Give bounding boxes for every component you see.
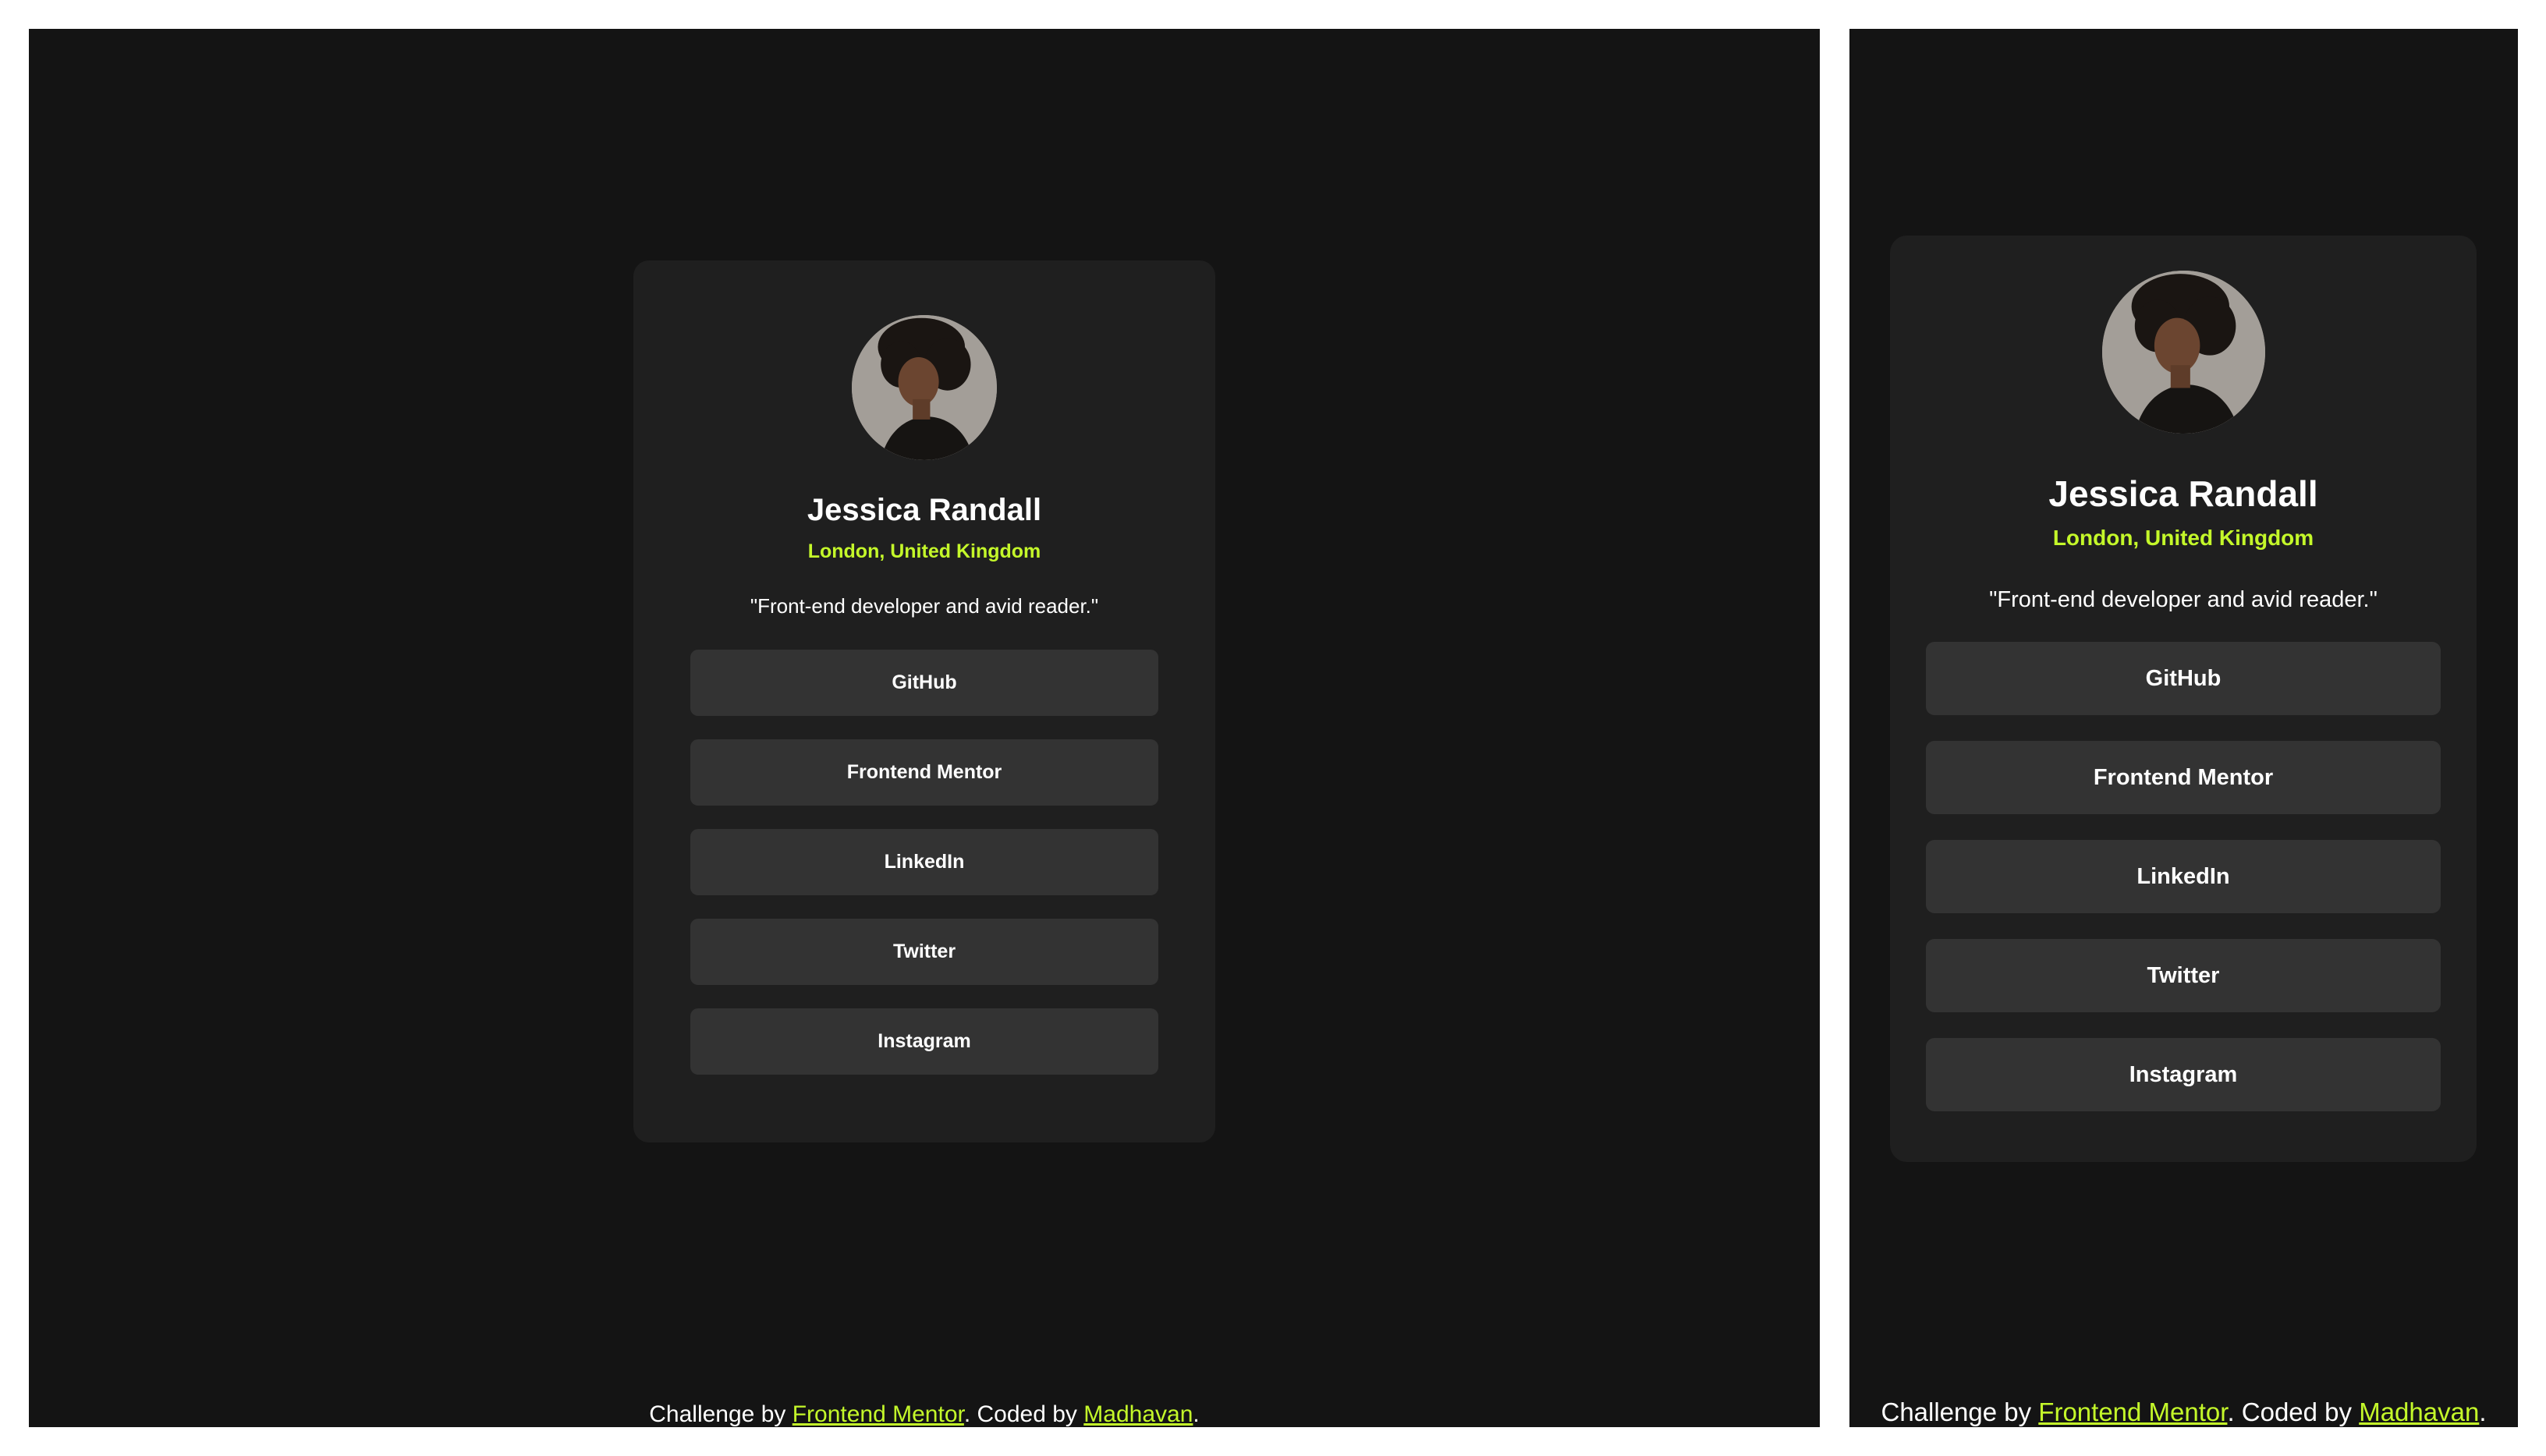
attribution: Challenge by Frontend Mentor. Coded by M… bbox=[29, 1399, 1820, 1427]
avatar bbox=[852, 315, 997, 460]
desktop-preview: Jessica Randall London, United Kingdom "… bbox=[29, 29, 1820, 1427]
profile-bio: "Front-end developer and avid reader." bbox=[1989, 587, 2378, 612]
profile-name: Jessica Randall bbox=[2048, 473, 2318, 514]
author-link[interactable]: Madhavan bbox=[1083, 1401, 1193, 1427]
attribution-suffix: . bbox=[2479, 1398, 2487, 1426]
profile-card: Jessica Randall London, United Kingdom "… bbox=[633, 260, 1215, 1142]
frontend-mentor-attribution-link[interactable]: Frontend Mentor bbox=[793, 1401, 964, 1427]
profile-bio: "Front-end developer and avid reader." bbox=[750, 594, 1099, 618]
github-link-button[interactable]: GitHub bbox=[690, 650, 1158, 716]
linkedin-link-button[interactable]: LinkedIn bbox=[690, 829, 1158, 895]
linkedin-link-button[interactable]: LinkedIn bbox=[1926, 840, 2441, 913]
author-link[interactable]: Madhavan bbox=[2359, 1398, 2479, 1426]
profile-card: Jessica Randall London, United Kingdom "… bbox=[1890, 236, 2477, 1162]
frontend-mentor-attribution-link[interactable]: Frontend Mentor bbox=[2038, 1398, 2227, 1426]
frontend-mentor-link-button[interactable]: Frontend Mentor bbox=[690, 739, 1158, 806]
mobile-preview: Jessica Randall London, United Kingdom "… bbox=[1849, 29, 2518, 1427]
social-links: GitHub Frontend Mentor LinkedIn Twitter … bbox=[690, 650, 1158, 1075]
attribution-suffix: . bbox=[1193, 1401, 1200, 1427]
avatar bbox=[2101, 271, 2265, 434]
attribution: Challenge by Frontend Mentor. Coded by M… bbox=[1849, 1395, 2518, 1427]
twitter-link-button[interactable]: Twitter bbox=[1926, 939, 2441, 1012]
frontend-mentor-link-button[interactable]: Frontend Mentor bbox=[1926, 741, 2441, 814]
attribution-prefix: Challenge by bbox=[1881, 1398, 2039, 1426]
avatar-photo-icon bbox=[2101, 271, 2265, 434]
attribution-prefix: Challenge by bbox=[649, 1401, 793, 1427]
github-link-button[interactable]: GitHub bbox=[1926, 642, 2441, 715]
attribution-middle: . Coded by bbox=[963, 1401, 1084, 1427]
attribution-middle: . Coded by bbox=[2227, 1398, 2360, 1426]
twitter-link-button[interactable]: Twitter bbox=[690, 919, 1158, 985]
instagram-link-button[interactable]: Instagram bbox=[1926, 1038, 2441, 1111]
profile-name: Jessica Randall bbox=[807, 493, 1042, 527]
profile-location: London, United Kingdom bbox=[807, 540, 1041, 562]
social-links: GitHub Frontend Mentor LinkedIn Twitter … bbox=[1926, 642, 2441, 1111]
instagram-link-button[interactable]: Instagram bbox=[690, 1008, 1158, 1075]
avatar-photo-icon bbox=[852, 315, 997, 460]
profile-location: London, United Kingdom bbox=[2052, 526, 2314, 550]
